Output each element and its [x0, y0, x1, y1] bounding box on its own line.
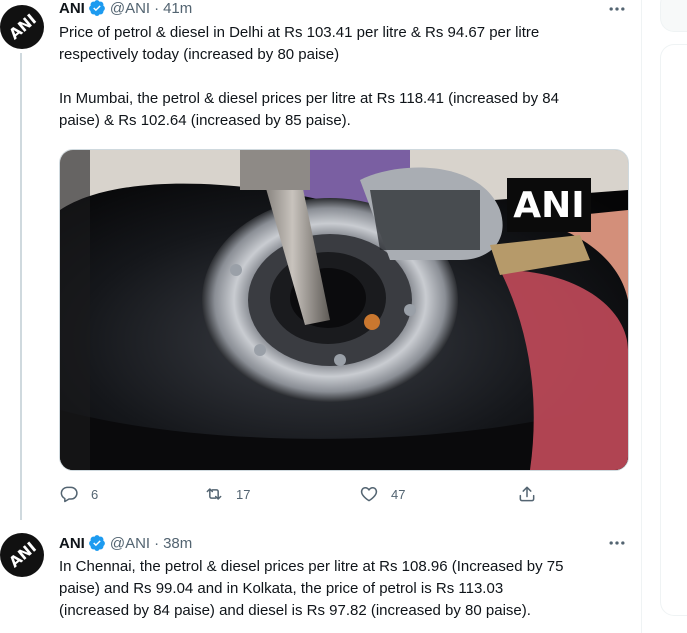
avatar[interactable]: ANI [0, 5, 44, 49]
sidebar-edge [660, 0, 687, 633]
timestamp[interactable]: 38m [163, 535, 192, 552]
svg-text:ANI: ANI [5, 540, 39, 568]
timeline-feed: ANI ANI @ANI · 41m Price of petrol & die… [0, 0, 641, 633]
tweet-2[interactable]: ANI ANI @ANI · 38m In Chennai, the petro… [0, 530, 641, 633]
author-name[interactable]: ANI [59, 0, 85, 17]
column-divider [641, 0, 642, 633]
like-icon [360, 487, 378, 502]
verified-badge-icon [88, 535, 105, 551]
share-button[interactable] [517, 482, 537, 506]
tweet-header: ANI @ANI · 41m [59, 0, 192, 18]
avatar[interactable]: ANI [0, 533, 44, 577]
ani-logo-icon: ANI [5, 540, 39, 568]
retweet-icon [206, 488, 222, 500]
author-handle[interactable]: @ANI [110, 0, 150, 17]
tweet-header: ANI @ANI · 38m [59, 533, 192, 553]
separator: · [154, 0, 160, 17]
tweet-text: Price of petrol & diesel in Delhi at Rs … [59, 24, 559, 129]
retweet-count: 17 [236, 486, 251, 502]
sidebar-card-edge [660, 44, 687, 616]
tweet-actions: 6 17 47 [59, 482, 629, 506]
more-icon[interactable] [605, 533, 629, 553]
ani-watermark: ANI [507, 178, 591, 232]
svg-text:ANI: ANI [5, 12, 39, 40]
share-icon [519, 486, 535, 502]
like-count: 47 [391, 486, 406, 502]
author-name[interactable]: ANI [59, 535, 85, 552]
reply-count: 6 [91, 486, 99, 502]
separator: · [154, 534, 160, 552]
tweet-1[interactable]: ANI ANI @ANI · 41m Price of petrol & die… [0, 0, 641, 520]
tweet-media-image[interactable]: ANI [59, 149, 629, 471]
author-handle[interactable]: @ANI [110, 535, 150, 552]
reply-button[interactable]: 6 [59, 482, 98, 506]
verified-badge-icon [88, 0, 105, 16]
sidebar-card-edge [660, 0, 687, 32]
reply-icon [60, 486, 78, 503]
thread-line [20, 53, 22, 520]
ani-logo-icon: ANI [5, 12, 39, 40]
retweet-button[interactable]: 17 [204, 482, 250, 506]
timestamp[interactable]: 41m [163, 0, 192, 17]
more-icon[interactable] [605, 0, 629, 19]
tweet-text: In Chennai, the petrol & diesel prices p… [59, 558, 564, 619]
like-button[interactable]: 47 [359, 482, 405, 506]
